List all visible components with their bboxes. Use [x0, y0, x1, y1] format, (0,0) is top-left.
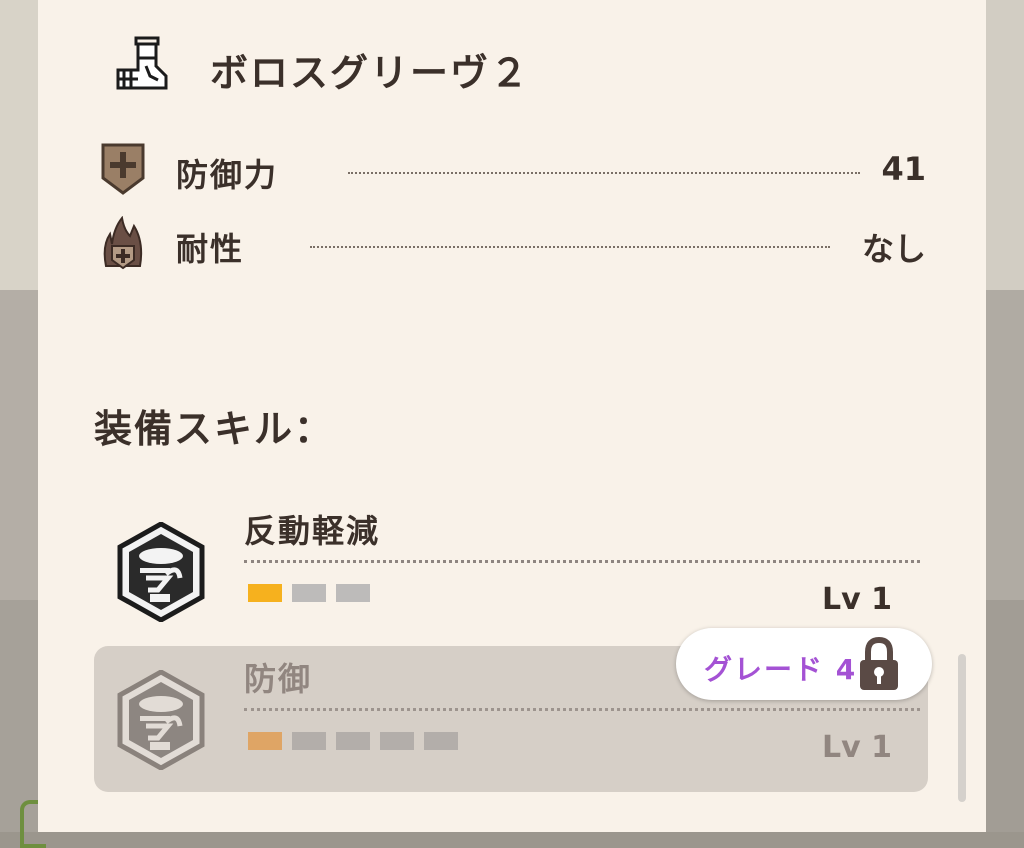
defense-skill-icon	[117, 670, 205, 770]
stat-dotted-leader	[348, 172, 860, 174]
defense-shield-icon	[101, 143, 145, 195]
level-pip-empty	[292, 584, 326, 602]
equipment-title: ボロスグリーヴ２	[210, 51, 531, 95]
skill-dotted-divider	[244, 708, 920, 711]
level-pip-empty	[292, 732, 326, 750]
equipment-title-row: ボロスグリーヴ２	[110, 30, 710, 100]
stat-label: 耐性	[176, 230, 245, 268]
level-pip-empty	[336, 584, 370, 602]
skill-dotted-divider	[244, 560, 920, 563]
skill-level-pips	[248, 732, 458, 750]
equipment-detail-panel: ボロスグリーヴ２ 防御力 41 耐性 なし 装備スキル： 反動軽減 Lv 1 防…	[38, 0, 986, 832]
stat-dotted-leader	[310, 246, 830, 248]
skill-name: 反動軽減	[244, 512, 381, 550]
skill-level: Lv 1	[822, 582, 892, 617]
skill-level: Lv 1	[822, 730, 892, 765]
grade-label: グレード 4	[704, 653, 858, 686]
background-right	[984, 0, 1024, 832]
recoil-reduction-skill-icon	[117, 522, 205, 622]
background-left	[0, 0, 40, 832]
stat-value: なし	[861, 230, 926, 268]
stat-row-resistance: 耐性 なし	[100, 216, 926, 276]
stat-value: 41	[881, 150, 926, 188]
scrollbar[interactable]	[958, 654, 966, 802]
skill-level-pips	[248, 584, 370, 602]
skill-card-recoil-reduction[interactable]: 反動軽減 Lv 1	[94, 498, 928, 644]
level-pip-empty	[336, 732, 370, 750]
armor-legs-icon	[116, 36, 168, 90]
level-pip-empty	[424, 732, 458, 750]
level-pip-filled	[248, 584, 282, 602]
resistance-flame-icon	[103, 216, 143, 270]
skill-name: 防御	[244, 660, 313, 698]
lock-icon	[860, 636, 898, 690]
stat-row-defense: 防御力 41	[100, 142, 926, 202]
skills-heading: 装備スキル：	[94, 407, 335, 451]
level-pip-empty	[380, 732, 414, 750]
grade-requirement-badge: グレード 4	[676, 628, 932, 700]
stat-label: 防御力	[176, 156, 279, 194]
level-pip-filled	[248, 732, 282, 750]
